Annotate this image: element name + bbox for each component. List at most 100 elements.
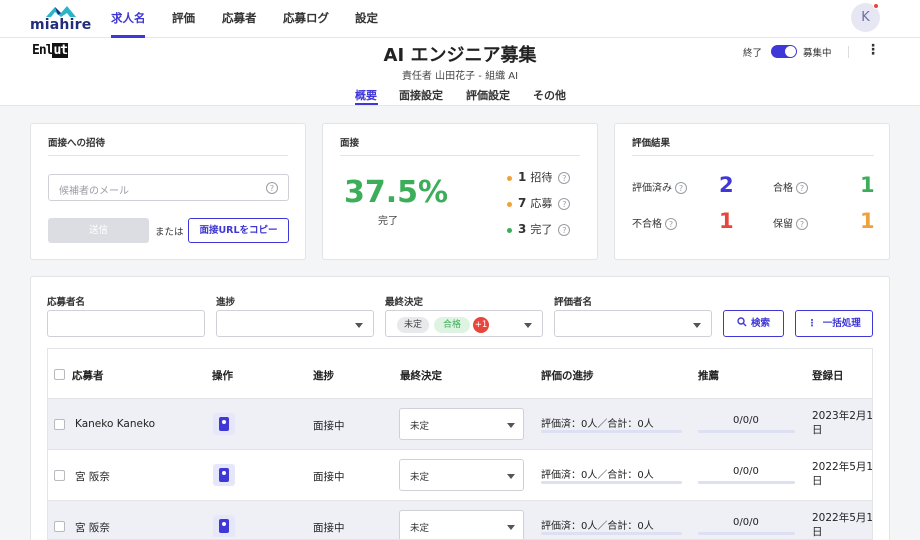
brand-logo[interactable]: miahire xyxy=(30,4,92,34)
nav-jobs[interactable]: 求人名 xyxy=(111,10,146,26)
card-divider xyxy=(48,155,288,156)
passed-count: 1 xyxy=(860,173,875,197)
decision-filter-label: 最終決定 xyxy=(385,297,424,308)
applicant-name[interactable]: 宮 阪奈 xyxy=(75,520,110,535)
nav-applicants[interactable]: 応募者 xyxy=(222,10,257,26)
stat-label: 招待 xyxy=(530,171,553,184)
chevron-down-icon xyxy=(507,525,515,530)
recommendation-bar xyxy=(698,481,795,484)
profile-card-icon[interactable] xyxy=(213,413,235,435)
date-line-1: 2022年5月19 xyxy=(812,461,873,473)
job-owner: 責任者 山田花子 - 組織 AI xyxy=(401,71,519,82)
select-all-checkbox[interactable] xyxy=(54,369,65,380)
evaluator-filter-label: 評価者名 xyxy=(554,297,593,308)
header-recommendation[interactable]: 推薦 xyxy=(698,368,719,383)
help-icon[interactable]: ? xyxy=(796,218,808,230)
tab-evaluation-settings[interactable]: 評価設定 xyxy=(466,87,510,103)
progress-status: 面接中 xyxy=(313,522,345,534)
nav-evaluation[interactable]: 評価 xyxy=(172,10,195,26)
profile-card-icon[interactable] xyxy=(213,515,235,537)
logo-mountain-icon xyxy=(46,6,76,17)
decision-value: 未定 xyxy=(410,421,430,432)
recruiting-toggle[interactable] xyxy=(771,45,797,58)
header-divider xyxy=(848,46,849,58)
tab-interview-settings[interactable]: 面接設定 xyxy=(399,87,443,103)
decision-select[interactable]: 未定 合格 +1 xyxy=(385,310,543,337)
stat-label: 応募 xyxy=(530,197,553,210)
date-line-2: 日 xyxy=(812,526,823,538)
search-button-label: 検索 xyxy=(750,318,770,329)
decision-dropdown[interactable]: 未定 xyxy=(399,408,524,440)
profile-card-icon[interactable] xyxy=(213,464,235,486)
recommendation-value: 0/0/0 xyxy=(733,415,759,426)
progress-status: 面接中 xyxy=(313,420,345,432)
help-icon[interactable]: ? xyxy=(558,198,571,210)
stat-label: 完了 xyxy=(530,223,553,236)
chip-passed[interactable]: 合格 xyxy=(434,317,470,333)
table-row[interactable]: 宮 阪奈 面接中 未定 評価済：0人／合計：0人 0/0/0 2022年5月19… xyxy=(48,449,873,500)
decision-dropdown[interactable]: 未定 xyxy=(399,459,524,491)
more-options-icon[interactable]: ⋮ xyxy=(866,42,880,58)
stat-number: 1 xyxy=(518,170,527,184)
date-line-1: 2023年2月16 xyxy=(812,410,873,422)
stat-completed: 3 完了? xyxy=(507,221,571,237)
help-icon[interactable]: ? xyxy=(675,182,687,194)
evaluated-count: 2 xyxy=(719,173,734,197)
help-icon[interactable]: ? xyxy=(558,172,571,184)
evaluated-text: 評価済み xyxy=(632,183,672,194)
toggle-on-label: 募集中 xyxy=(803,48,832,59)
decision-dropdown[interactable]: 未定 xyxy=(399,510,524,539)
tab-overview[interactable]: 概要 xyxy=(355,87,377,103)
bulk-action-label: 一括処理 xyxy=(822,318,861,329)
progress-select[interactable] xyxy=(216,310,374,337)
row-checkbox[interactable] xyxy=(54,521,65,532)
row-checkbox[interactable] xyxy=(54,419,65,430)
registered-date: 2022年5月17 日 xyxy=(812,511,873,539)
row-checkbox[interactable] xyxy=(54,470,65,481)
copy-interview-url-button[interactable]: 面接URLをコピー xyxy=(188,218,289,243)
applicant-name[interactable]: 宮 阪奈 xyxy=(75,469,110,484)
help-icon[interactable]: ? xyxy=(266,182,278,194)
header-applicant[interactable]: 応募者 xyxy=(72,368,104,383)
progress-status: 面接中 xyxy=(313,471,345,483)
header-decision[interactable]: 最終決定 xyxy=(400,368,442,383)
chevron-down-icon xyxy=(507,423,515,428)
applicant-name-filter-label: 応募者名 xyxy=(47,297,86,308)
recommendation-bar xyxy=(698,430,795,433)
toggle-off-label: 終了 xyxy=(743,48,763,59)
status-dot xyxy=(507,201,512,207)
table-row[interactable]: 宮 阪奈 面接中 未定 評価済：0人／合計：0人 0/0/0 2022年5月17… xyxy=(48,500,873,539)
applicant-name-input[interactable] xyxy=(47,310,205,337)
completion-label: 完了 xyxy=(378,216,398,227)
completion-percent: 37.5% xyxy=(344,175,449,210)
invite-card-title: 面接への招待 xyxy=(48,138,106,149)
header-progress[interactable]: 進捗 xyxy=(313,368,334,383)
table-row[interactable]: Kaneko Kaneko 面接中 未定 評価済：0人／合計：0人 0/0/0 … xyxy=(48,398,873,449)
header-registered-date[interactable]: 登録日 xyxy=(812,368,844,383)
tab-other[interactable]: その他 xyxy=(533,87,566,103)
help-icon[interactable]: ? xyxy=(665,218,677,230)
help-icon[interactable]: ? xyxy=(558,224,571,236)
status-dot xyxy=(507,227,512,233)
send-button[interactable]: 送信 xyxy=(48,218,149,243)
chip-more-count[interactable]: +1 xyxy=(473,317,489,333)
search-button[interactable]: 検索 xyxy=(723,310,784,337)
evaluator-select[interactable] xyxy=(554,310,712,337)
evaluation-results-card: 評価結果 評価済み? 2 合格? 1 不合格? 1 保留? 1 xyxy=(614,123,890,260)
bulk-action-button[interactable]: ⋮ 一括処理 xyxy=(795,310,873,337)
interview-card-title: 面接 xyxy=(340,138,360,149)
hold-label: 保留? xyxy=(773,215,808,230)
search-icon xyxy=(737,317,747,327)
header-eval-progress[interactable]: 評価の進捗 xyxy=(541,368,594,383)
nav-settings[interactable]: 設定 xyxy=(355,10,378,26)
chip-undecided[interactable]: 未定 xyxy=(397,317,429,333)
chevron-down-icon xyxy=(507,474,515,479)
nav-application-log[interactable]: 応募ログ xyxy=(283,10,329,26)
help-icon[interactable]: ? xyxy=(796,182,808,194)
failed-count: 1 xyxy=(719,209,734,233)
card-divider xyxy=(340,155,580,156)
applicant-name[interactable]: Kaneko Kaneko xyxy=(75,418,155,430)
candidate-email-input[interactable]: 候補者のメール ? xyxy=(48,174,289,201)
date-line-1: 2022年5月17 xyxy=(812,512,873,524)
eval-progress-bar xyxy=(541,481,682,484)
